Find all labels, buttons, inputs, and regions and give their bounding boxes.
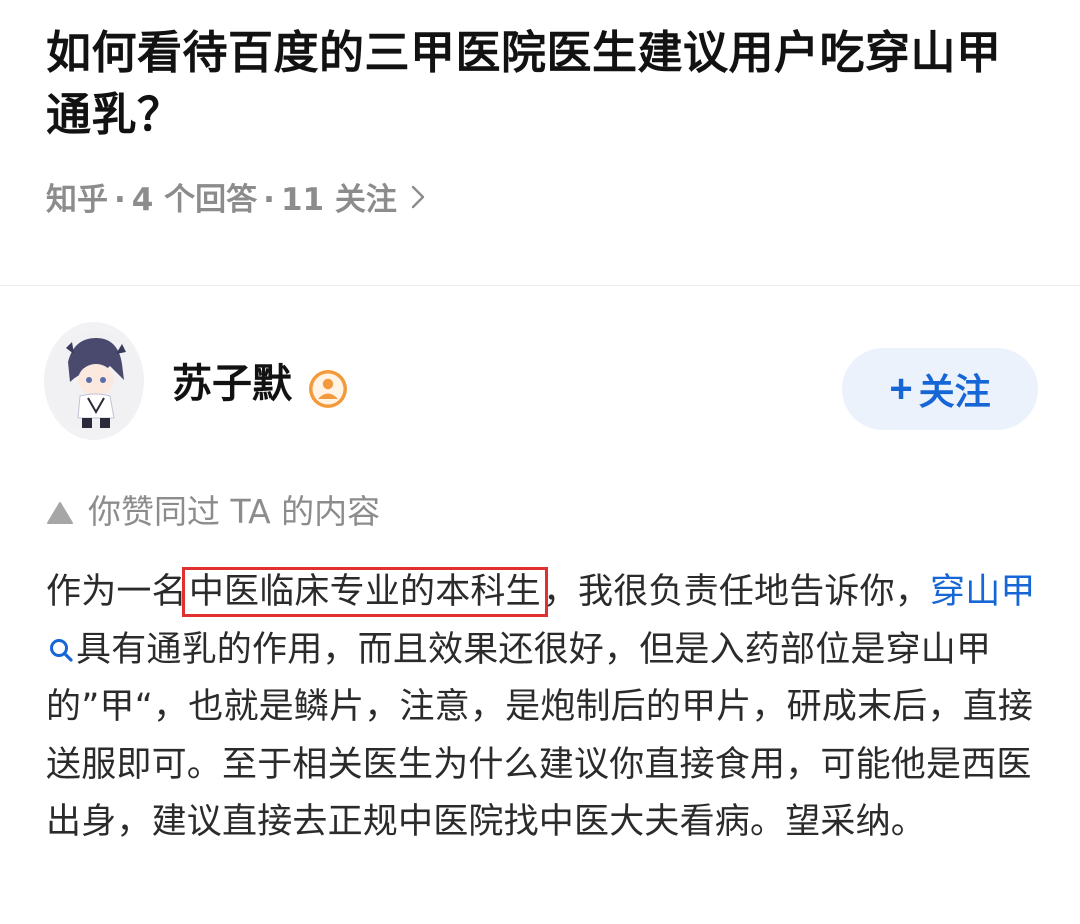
author-avatar[interactable]	[44, 322, 144, 440]
author-name[interactable]: 苏子默	[172, 360, 292, 408]
search-icon	[50, 638, 73, 662]
section-divider	[0, 285, 1080, 286]
follow-label: 关注	[918, 371, 991, 412]
plus-icon: +	[889, 367, 913, 411]
answer-content[interactable]: 作为一名中医临床专业的本科生，我很负责任地告诉你，穿山甲具有通乳的作用，而且效果…	[46, 564, 1036, 852]
upvote-note-text: 你赞同过 TA 的内容	[88, 492, 381, 531]
meta-separator: ·	[263, 182, 275, 218]
highlighted-phrase: 中医临床专业的本科生	[181, 567, 548, 617]
question-title[interactable]: 如何看待百度的三甲医院医生建议用户吃穿山甲通乳？	[46, 22, 1046, 146]
follower-count: 11 关注	[280, 182, 397, 218]
chevron-right-icon	[411, 180, 425, 220]
question-header: 如何看待百度的三甲医院医生建议用户吃穿山甲通乳？ 知乎 · 4 个回答 · 11…	[46, 22, 1046, 220]
user-badge-icon	[308, 369, 348, 409]
answer-text-part1: 作为一名	[46, 572, 187, 612]
meta-separator: ·	[114, 182, 126, 218]
source-label: 知乎	[46, 182, 108, 218]
follow-button[interactable]: + 关注	[842, 348, 1038, 430]
author-row: 苏子默 + 关注	[44, 322, 1038, 440]
upvote-triangle-icon	[47, 502, 73, 524]
upvote-note: 你赞同过 TA 的内容	[46, 490, 380, 534]
answer-count: 4 个回答	[131, 182, 258, 218]
question-meta[interactable]: 知乎 · 4 个回答 · 11 关注	[46, 180, 1046, 220]
keyword-text: 穿山甲	[930, 572, 1036, 612]
answer-text-part2: ，我很负责任地告诉你，	[542, 572, 931, 612]
answer-text-part3: 具有通乳的作用，而且效果还很好，但是入药部位是穿山甲的”甲“，也就是鳞片，注意，…	[46, 629, 1034, 843]
